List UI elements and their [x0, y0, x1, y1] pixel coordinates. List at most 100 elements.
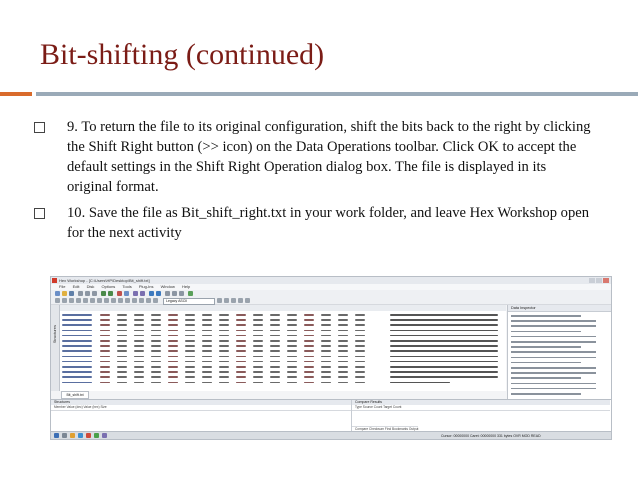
- hex-byte: [100, 381, 110, 384]
- hex-byte: [151, 381, 161, 384]
- hex-byte: [151, 345, 161, 347]
- hex-byte: [304, 381, 314, 384]
- hex-byte: [168, 366, 178, 368]
- hex-byte: [321, 381, 331, 384]
- operation-icon: [132, 298, 137, 303]
- hex-byte: [185, 360, 195, 363]
- hex-byte: [100, 345, 110, 347]
- hex-address: [62, 371, 92, 373]
- hex-byte: [134, 355, 144, 358]
- minimize-icon: [589, 278, 595, 283]
- hex-byte: [219, 381, 229, 384]
- hex-byte: [219, 324, 229, 326]
- xor-operation-icon: [179, 291, 184, 296]
- inspector-row: [511, 335, 596, 338]
- hex-byte: [202, 376, 212, 378]
- hex-byte: [202, 355, 212, 358]
- hex-address: [62, 324, 92, 326]
- hex-byte: [185, 371, 195, 373]
- inspector-row: [511, 356, 596, 359]
- hex-byte: [134, 366, 144, 368]
- hex-byte: [253, 334, 263, 337]
- hex-byte: [202, 324, 212, 326]
- hex-address: [62, 381, 92, 384]
- operation-icon: [217, 298, 222, 303]
- hex-address: [62, 319, 92, 321]
- hex-byte: [219, 319, 229, 321]
- hex-byte: [185, 324, 195, 326]
- hex-byte: [151, 355, 161, 358]
- hex-byte: [287, 314, 297, 316]
- taskbar-app-icon: [86, 433, 91, 438]
- hex-byte: [270, 360, 280, 363]
- hex-byte: [236, 381, 246, 384]
- hex-byte: [134, 314, 144, 316]
- hex-byte: [270, 376, 280, 378]
- hex-byte: [304, 319, 314, 321]
- or-operation-icon: [172, 291, 177, 296]
- hex-byte: [253, 324, 263, 326]
- shift-right-icon: [156, 291, 161, 296]
- hex-byte: [321, 324, 331, 326]
- inspector-row: [511, 346, 581, 348]
- hex-byte: [151, 340, 161, 342]
- hex-byte: [287, 345, 297, 347]
- hex-byte: [321, 314, 331, 316]
- hex-byte: [321, 345, 331, 347]
- hex-byte: [219, 360, 229, 363]
- maximize-icon: [596, 278, 602, 283]
- compare-columns: Type Source Count Target Count: [352, 405, 610, 411]
- hex-byte: [100, 329, 110, 332]
- ascii-text: [390, 319, 498, 321]
- hex-byte: [338, 319, 348, 321]
- hex-byte: [287, 334, 297, 337]
- menu-edit: Edit: [72, 284, 80, 289]
- hex-byte: [253, 329, 263, 332]
- inspector-row: [511, 320, 596, 322]
- hex-byte: [270, 381, 280, 384]
- hex-byte: [219, 376, 229, 378]
- hex-byte: [236, 376, 246, 378]
- encoding-combo: Legacy ASCII: [163, 298, 215, 305]
- compare-icon: [140, 291, 145, 296]
- hex-byte: [270, 345, 280, 347]
- hex-byte: [355, 314, 365, 316]
- hex-byte: [338, 334, 348, 337]
- hex-byte: [134, 319, 144, 321]
- menu-plugins: Plug-Ins: [138, 284, 154, 289]
- hex-byte: [287, 376, 297, 378]
- operation-icon: [76, 298, 81, 303]
- hex-byte: [185, 355, 195, 358]
- hex-byte: [304, 371, 314, 373]
- hex-editor-pane: [60, 311, 506, 391]
- status-text: Cursor: 00000000 Caret: 00000000 331 byt…: [441, 434, 541, 438]
- hex-byte: [304, 334, 314, 337]
- hex-byte: [134, 360, 144, 363]
- hex-byte: [151, 329, 161, 332]
- hex-byte: [202, 314, 212, 316]
- hex-byte: [338, 376, 348, 378]
- hex-byte: [134, 371, 144, 373]
- ascii-text: [390, 355, 498, 358]
- hex-byte: [253, 360, 263, 363]
- bullet-box-icon: [34, 122, 45, 133]
- hex-address: [62, 366, 92, 368]
- hex-byte: [236, 334, 246, 337]
- hex-byte: [355, 371, 365, 373]
- hex-address: [62, 360, 92, 363]
- hex-byte: [117, 314, 127, 316]
- inspector-row: [511, 387, 596, 390]
- ascii-text: [390, 376, 498, 378]
- ascii-text: [390, 329, 498, 332]
- hex-byte: [304, 345, 314, 347]
- hex-workshop-screenshot: Hex Workshop - [C:\Users\HP\Desktop\Bit_…: [50, 276, 612, 440]
- hex-byte: [134, 350, 144, 352]
- ascii-text: [390, 360, 498, 363]
- hex-byte: [100, 366, 110, 368]
- hex-byte: [117, 345, 127, 347]
- hex-byte: [355, 334, 365, 337]
- ascii-text: [390, 324, 498, 326]
- hex-byte: [270, 340, 280, 342]
- window-title-bar: Hex Workshop - [C:\Users\HP\Desktop\Bit_…: [51, 277, 611, 284]
- copy-icon: [85, 291, 90, 296]
